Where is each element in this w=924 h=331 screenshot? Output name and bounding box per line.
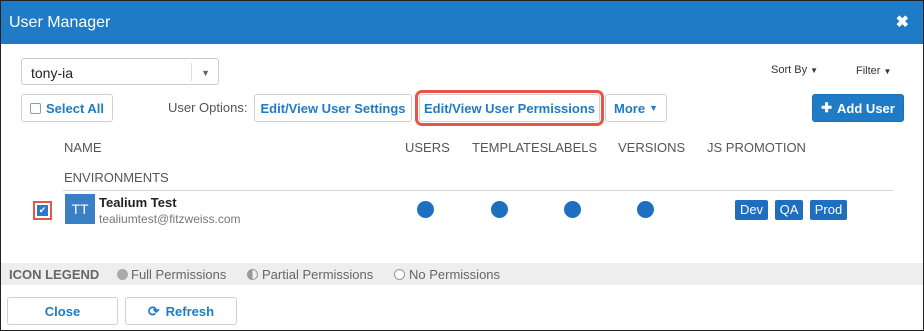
env-badge-dev[interactable]: Dev: [735, 200, 768, 220]
users-permission-full-icon: [417, 201, 434, 218]
user-options-label: User Options:: [168, 100, 248, 115]
dialog-title: User Manager: [9, 14, 111, 31]
checkbox-icon[interactable]: [29, 102, 41, 114]
more-label: More: [614, 100, 646, 116]
select-all-label: Select All: [45, 100, 105, 116]
refresh-label: Refresh: [165, 303, 215, 319]
legend-partial: Partial Permissions: [262, 267, 374, 282]
filter-dropdown[interactable]: Filter ▼: [856, 65, 891, 77]
row-checkbox[interactable]: ✔: [33, 201, 52, 220]
add-user-button[interactable]: ✚ Add User: [812, 94, 904, 122]
legend-none: No Permissions: [409, 267, 501, 282]
title-bar: User Manager ✖: [1, 1, 923, 44]
column-header-name[interactable]: NAME: [64, 140, 102, 155]
close-button[interactable]: Close: [7, 297, 118, 325]
column-header-environments[interactable]: ENVIRONMENTS: [64, 170, 169, 185]
checkmark-icon: ✔: [37, 205, 48, 216]
account-select[interactable]: tony-ia ▼: [21, 58, 219, 85]
labels-permission-full-icon: [564, 201, 581, 218]
avatar: TT: [65, 194, 95, 224]
env-badge-prod[interactable]: Prod: [810, 200, 847, 220]
versions-permission-full-icon: [637, 201, 654, 218]
sort-by-dropdown[interactable]: Sort By ▼: [771, 64, 818, 76]
column-header-templates[interactable]: TEMPLATES: [472, 140, 548, 155]
refresh-button[interactable]: ⟳ Refresh: [125, 297, 237, 325]
sort-by-label: Sort By: [771, 64, 808, 76]
full-permission-icon: [117, 269, 128, 280]
filter-label: Filter: [856, 65, 881, 77]
select-divider: [191, 63, 192, 81]
user-manager-dialog: User Manager ✖ tony-ia ▼ Sort By ▼ Filter…: [0, 0, 924, 331]
chevron-down-icon[interactable]: ▼: [201, 68, 210, 78]
dialog-footer: Close ⟳ Refresh: [1, 286, 923, 330]
icon-legend: ICON LEGEND Full Permissions Partial Per…: [1, 263, 923, 285]
account-select-value: tony-ia: [31, 65, 74, 81]
plus-icon: ✚: [821, 100, 833, 115]
column-header-labels[interactable]: LABELS: [548, 140, 597, 155]
column-header-js-promotion[interactable]: JS PROMOTION: [707, 140, 806, 155]
caret-down-icon: ▼: [883, 67, 892, 76]
edit-user-settings-button[interactable]: Edit/View User Settings: [254, 94, 412, 122]
legend-full: Full Permissions: [131, 267, 227, 282]
caret-down-icon: ▼: [649, 103, 658, 113]
add-user-label: Add User: [837, 100, 895, 116]
no-permission-icon: [394, 269, 405, 280]
column-header-versions[interactable]: VERSIONS: [618, 140, 685, 155]
user-name[interactable]: Tealium Test: [99, 195, 177, 210]
refresh-icon: ⟳: [147, 302, 160, 319]
legend-title: ICON LEGEND: [9, 267, 100, 282]
user-email: tealiumtest@fitzweiss.com: [99, 212, 241, 226]
caret-down-icon: ▼: [810, 66, 818, 75]
edit-user-permissions-button[interactable]: Edit/View User Permissions: [415, 90, 604, 126]
header-divider: [63, 190, 893, 191]
column-header-users[interactable]: USERS: [405, 140, 450, 155]
select-all-button[interactable]: Select All: [21, 94, 113, 122]
more-button[interactable]: More ▼: [605, 94, 667, 122]
env-badge-qa[interactable]: QA: [775, 200, 803, 220]
close-icon[interactable]: ✖: [896, 12, 909, 32]
partial-permission-icon: [247, 269, 258, 280]
templates-permission-full-icon: [491, 201, 508, 218]
